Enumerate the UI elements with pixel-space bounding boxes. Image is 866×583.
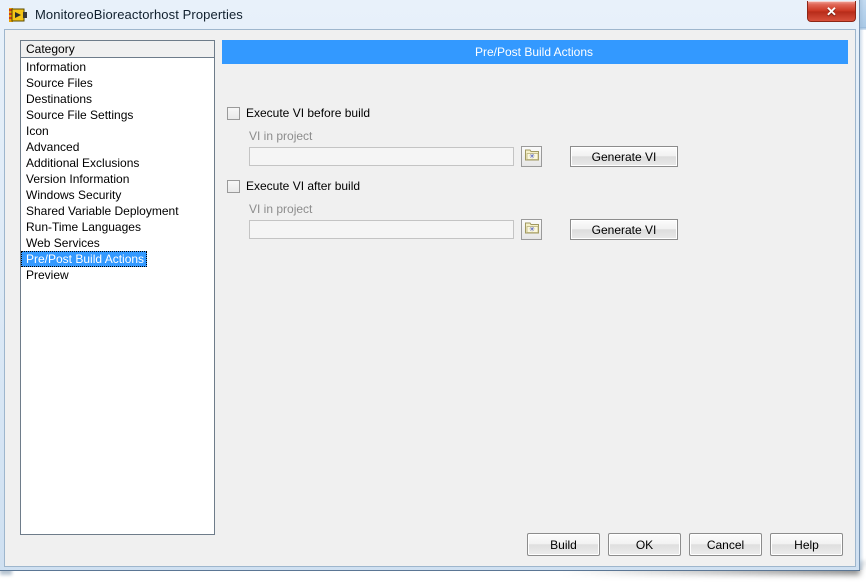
window-title: MonitoreoBioreactorhost Properties <box>35 7 243 22</box>
category-item-label: Run-Time Languages <box>26 220 141 234</box>
category-item-label: Icon <box>26 124 49 138</box>
sidebar-item-pre-post-build-actions[interactable]: Pre/Post Build Actions <box>21 251 214 267</box>
category-item-label: Source File Settings <box>26 108 134 122</box>
svg-text:✳: ✳ <box>529 153 535 161</box>
sidebar-item-additional-exclusions[interactable]: Additional Exclusions <box>21 155 214 171</box>
pre-build-vi-input[interactable] <box>249 147 514 166</box>
category-item-label: Preview <box>26 268 69 282</box>
folder-star-icon: ✳ <box>524 149 539 164</box>
sidebar-item-preview[interactable]: Preview <box>21 267 214 283</box>
panel-title-bar: Pre/Post Build Actions <box>222 40 848 64</box>
close-button[interactable]: ✕ <box>807 1 856 22</box>
dialog-client-area: Category Information Source Files Destin… <box>4 29 856 567</box>
execute-after-build-row[interactable]: Execute VI after build <box>227 177 678 195</box>
build-button[interactable]: Build <box>527 533 600 556</box>
sidebar-item-information[interactable]: Information <box>21 59 214 75</box>
category-item-label: Web Services <box>26 236 100 250</box>
title-bar: MonitoreoBioreactorhost Properties ✕ <box>0 0 860 29</box>
pre-build-field-row: ✳ Generate VI <box>249 146 678 167</box>
category-item-label: Shared Variable Deployment <box>26 204 179 218</box>
category-item-label: Windows Security <box>26 188 122 202</box>
pre-build-field-label: VI in project <box>249 129 313 143</box>
properties-dialog: MonitoreoBioreactorhost Properties ✕ Cat… <box>0 0 864 571</box>
category-header: Category <box>21 41 214 58</box>
category-item-label: Version Information <box>26 172 130 186</box>
labview-vi-icon <box>9 7 27 23</box>
sidebar-item-web-services[interactable]: Web Services <box>21 235 214 251</box>
category-item-label: Source Files <box>26 76 93 90</box>
execute-before-build-checkbox[interactable] <box>227 106 240 120</box>
generate-vi-before-button[interactable]: Generate VI <box>570 146 678 167</box>
execute-after-build-checkbox[interactable] <box>227 179 240 193</box>
dialog-button-row: Build OK Cancel Help <box>527 533 843 556</box>
execute-before-build-label: Execute VI before build <box>246 106 371 120</box>
post-build-vi-input[interactable] <box>249 220 514 239</box>
pre-build-section: Execute VI before build VI in project ✳ … <box>227 104 678 167</box>
post-build-section: Execute VI after build VI in project ✳ G… <box>227 177 678 240</box>
execute-after-build-label: Execute VI after build <box>246 179 361 193</box>
cancel-button[interactable]: Cancel <box>689 533 762 556</box>
sidebar-item-advanced[interactable]: Advanced <box>21 139 214 155</box>
sidebar-item-shared-variable-deployment[interactable]: Shared Variable Deployment <box>21 203 214 219</box>
category-item-label: Advanced <box>26 140 80 154</box>
category-item-label: Additional Exclusions <box>26 156 140 170</box>
execute-before-build-row[interactable]: Execute VI before build <box>227 104 678 122</box>
sidebar-item-icon[interactable]: Icon <box>21 123 214 139</box>
ok-button[interactable]: OK <box>608 533 681 556</box>
category-item-label-selected: Pre/Post Build Actions <box>21 251 148 267</box>
category-items[interactable]: Information Source Files Destinations So… <box>21 58 214 283</box>
close-icon: ✕ <box>826 3 837 19</box>
post-build-field-label: VI in project <box>249 202 313 216</box>
post-build-browse-button[interactable]: ✳ <box>521 219 542 240</box>
sidebar-item-run-time-languages[interactable]: Run-Time Languages <box>21 219 214 235</box>
generate-vi-after-button[interactable]: Generate VI <box>570 219 678 240</box>
sidebar-item-version-information[interactable]: Version Information <box>21 171 214 187</box>
sidebar-item-source-files[interactable]: Source Files <box>21 75 214 91</box>
sidebar-item-windows-security[interactable]: Windows Security <box>21 187 214 203</box>
pre-build-browse-button[interactable]: ✳ <box>521 146 542 167</box>
category-list-box[interactable]: Category Information Source Files Destin… <box>20 40 215 535</box>
folder-star-icon: ✳ <box>524 222 539 237</box>
post-build-field-row: ✳ Generate VI <box>249 219 678 240</box>
help-button[interactable]: Help <box>770 533 843 556</box>
svg-text:✳: ✳ <box>529 226 535 234</box>
category-item-label: Destinations <box>26 92 93 106</box>
sidebar-item-destinations[interactable]: Destinations <box>21 91 214 107</box>
sidebar-item-source-file-settings[interactable]: Source File Settings <box>21 107 214 123</box>
category-item-label: Information <box>26 60 87 74</box>
